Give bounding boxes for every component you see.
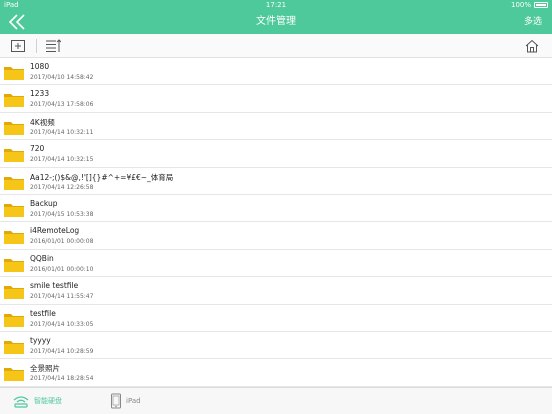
folder-icon	[4, 286, 24, 300]
wifi-disk-icon	[13, 396, 29, 408]
file-name: Aa12-;()$&@,!'[]{}#^+=¥£€~_体育局	[30, 172, 174, 182]
folder-icon	[4, 340, 24, 354]
page-title: 文件管理	[256, 16, 296, 27]
folder-icon	[4, 176, 24, 190]
file-date: 2017/04/14 11:55:47	[30, 293, 94, 301]
file-date: 2017/04/14 10:28:59	[30, 347, 94, 355]
file-name: 720	[30, 144, 45, 154]
multi-select-button[interactable]: 多选	[524, 10, 542, 34]
tab-bar: 智能硬盘 iPad	[0, 387, 552, 414]
file-list: 1080 2017/04/10 14:58:42 1233 2017/04/13 17…	[0, 58, 552, 387]
status-time: 17:21	[265, 1, 287, 9]
sort-list-icon[interactable]	[45, 38, 61, 54]
file-date: 2017/04/10 14:58:42	[30, 74, 94, 81]
file-date: 2017/04/14 10:32:15	[30, 156, 94, 164]
folder-icon	[4, 67, 24, 80]
file-name: smile testfile	[30, 281, 79, 291]
folder-icon	[4, 258, 24, 272]
toolbar	[0, 34, 552, 58]
folder-icon	[4, 94, 24, 108]
file-row[interactable]: 全景照片 2017/04/14 18:28:54	[0, 359, 552, 387]
battery-indicator: 100%	[511, 0, 548, 10]
file-date: 2017/04/14 10:33:05	[30, 320, 94, 328]
file-name: 1080	[30, 62, 50, 71]
file-name: testfile	[30, 308, 56, 318]
file-date: 2017/04/15 10:53:38	[30, 210, 94, 218]
file-name: Backup	[30, 198, 58, 208]
file-row[interactable]: QQBin 2016/01/01 00:00:10	[0, 250, 552, 278]
home-icon[interactable]	[524, 38, 540, 54]
toolbar-divider	[36, 39, 37, 53]
battery-icon	[534, 2, 548, 8]
tab-label: iPad	[126, 397, 141, 405]
folder-icon	[4, 231, 24, 245]
file-name: QQBin	[30, 253, 54, 263]
folder-icon	[4, 203, 24, 217]
file-row[interactable]: testfile 2017/04/14 10:33:05	[0, 305, 552, 332]
file-name: tyyyy	[30, 335, 51, 345]
file-date: 2017/04/14 18:28:54	[30, 375, 94, 383]
file-row[interactable]: smile testfile 2017/04/14 11:55:47	[0, 277, 552, 305]
file-name: 全景照片	[30, 364, 60, 374]
folder-icon	[4, 121, 24, 135]
file-row[interactable]: 1233 2017/04/13 17:58:06	[0, 85, 552, 113]
status-bar: iPad 17:21 100%	[0, 0, 552, 10]
file-row[interactable]: 720 2017/04/14 10:32:15	[0, 140, 552, 168]
nav-bar: 文件管理 多选	[0, 10, 552, 34]
tab-smart-disk[interactable]: 智能硬盘	[12, 388, 62, 414]
file-row[interactable]: i4RemoteLog 2016/01/01 00:00:08	[0, 222, 552, 250]
ipad-icon	[111, 393, 121, 409]
file-name: i4RemoteLog	[30, 226, 80, 236]
file-row[interactable]: Backup 2017/04/15 10:53:38	[0, 195, 552, 223]
file-row[interactable]: Aa12-;()$&@,!'[]{}#^+=¥£€~_体育局 2017/04/14…	[0, 168, 552, 195]
file-date: 2016/01/01 00:00:08	[30, 238, 94, 246]
file-date: 2017/04/13 17:58:06	[30, 101, 94, 109]
file-row[interactable]: 4K视频 2017/04/14 10:32:11	[0, 113, 552, 141]
new-folder-icon[interactable]	[10, 38, 26, 54]
folder-icon	[4, 368, 24, 382]
file-name: 1233	[30, 89, 50, 99]
battery-percent: 100%	[510, 1, 531, 9]
file-date: 2017/04/14 12:26:58	[30, 183, 94, 191]
tab-label: 智能硬盘	[34, 397, 62, 405]
file-date: 2016/01/01 00:00:10	[30, 265, 94, 273]
tab-ipad[interactable]: iPad	[110, 388, 141, 414]
file-name: 4K视频	[30, 117, 55, 127]
folder-icon	[4, 149, 24, 163]
file-date: 2017/04/14 10:32:11	[30, 128, 94, 136]
folder-icon	[4, 313, 24, 327]
file-row[interactable]: tyyyy 2017/04/14 10:28:59	[0, 332, 552, 360]
file-row[interactable]: 1080 2017/04/10 14:58:42	[0, 58, 552, 86]
